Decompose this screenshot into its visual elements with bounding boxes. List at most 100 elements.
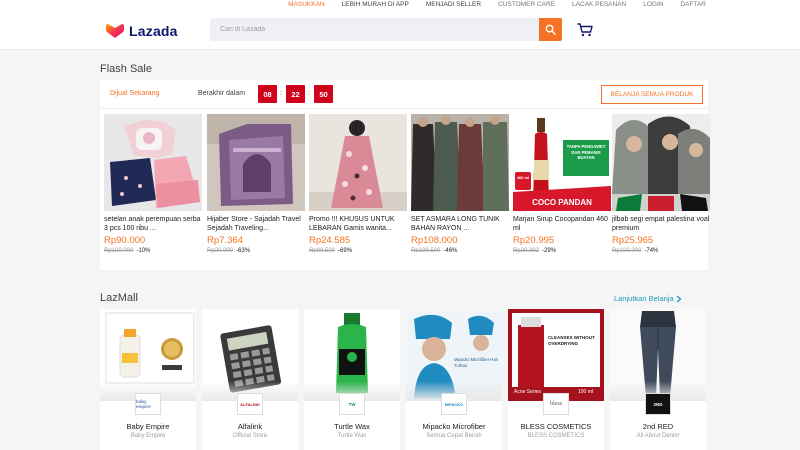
logo-text: Lazada (129, 23, 178, 39)
flash-sale-item[interactable]: jilbab segi empat palestina voal premium… (612, 114, 710, 266)
lazmall-store-card[interactable]: ALFALINK Alfalink Official Store (202, 309, 298, 450)
product-price: Rp90.000 (104, 235, 146, 246)
store-name: Alfalink (237, 422, 263, 431)
store-logo: baby empire (135, 393, 161, 415)
original-price: Rp100.000 (104, 248, 134, 254)
lazada-logo[interactable]: Lazada (106, 23, 178, 39)
discount: -29% (542, 248, 557, 254)
lazmall-store-card[interactable]: Mipacko Microfiber Hair Turban MIPACKO M… (406, 309, 502, 450)
store-image (202, 309, 298, 401)
store-name: Baby Empire (126, 422, 170, 431)
original-price: Rp20.000 (207, 248, 234, 254)
continue-shopping-label: Lanjutkan Belanja (614, 294, 674, 303)
topbar-link-signup[interactable]: DAFTAR (680, 1, 706, 8)
product-image: 460 ml TANPA PENGAWET DAN PEMANIS BUATAN… (513, 114, 611, 211)
flash-sale-panel: Dijual Sekarang Berakhir dalam 08 : 22 :… (100, 80, 710, 270)
search-icon (545, 24, 556, 35)
store-logo: MIPACKO (441, 393, 467, 415)
topbar-link-login[interactable]: LOGIN (643, 1, 663, 8)
topbar-link-customer-care[interactable]: CUSTOMER CARE (498, 1, 555, 8)
store-name: BLESS COSMETICS (520, 422, 592, 431)
cart-icon[interactable] (577, 23, 593, 37)
top-utility-bar: MASUKKAN LEBIH MURAH DI APP MENJADI SELL… (0, 0, 800, 12)
product-image (104, 114, 202, 211)
topbar-link-seller[interactable]: MENJADI SELLER (426, 1, 481, 8)
lazmall-store-card[interactable]: TW Turtle Wax Turtle Wax (304, 309, 400, 450)
product-price: Rp7.364 (207, 235, 243, 246)
timer-separator: : (308, 90, 310, 97)
product-name: jilbab segi empat palestina voal premium (612, 216, 710, 232)
chevron-right-icon (676, 295, 682, 302)
flavor-label: COCO PANDAN (532, 198, 592, 207)
lazada-heart-icon (106, 24, 124, 38)
store-logo: bless (543, 393, 569, 415)
discount: -10% (136, 248, 151, 254)
product-price: Rp108.000 (411, 235, 458, 246)
store-subtitle: Turtle Wax (337, 433, 367, 439)
store-image (610, 309, 706, 401)
store-logo: 2ND (645, 393, 671, 415)
no-preservative-label: TANPA PENGAWET DAN PEMANIS BUATAN (566, 144, 606, 160)
topbar-link-track-order[interactable]: LACAK PESANAN (572, 1, 626, 8)
product-series: Acne Series (514, 389, 541, 395)
store-image: Mipacko Microfiber Hair Turban (406, 309, 502, 401)
store-image: CLEANSES WITHOUT OVERDRYING Acne Series … (508, 309, 604, 401)
product-image (207, 114, 305, 211)
timer-seconds: 50 (314, 85, 333, 103)
store-image (304, 309, 400, 401)
product-name: Hijaber Store - Sajadah Travel Sejadah T… (207, 216, 301, 232)
product-price: Rp24.585 (309, 235, 351, 246)
product-size: 100 ml (578, 389, 594, 395)
product-name: Promo !!! KHUSUS UNTUK LEBARAN Gamis wan… (309, 216, 395, 232)
product-caption: CLEANSES WITHOUT OVERDRYING (548, 335, 595, 346)
lazmall-store-card[interactable]: 2ND 2nd RED All About Denim (610, 309, 706, 450)
timer-hours: 08 (258, 85, 277, 103)
discount: -46% (443, 248, 458, 254)
product-name: Marjan Sirup Cocopandan 460 ml (513, 216, 608, 232)
product-image (411, 114, 509, 211)
original-price: Rp199.500 (411, 248, 441, 254)
store-logo: ALFALINK (237, 393, 263, 415)
flash-sale-header: Dijual Sekarang Berakhir dalam 08 : 22 :… (100, 80, 708, 109)
product-name: setelan anak perempuan serba 3 pcs 100 r… (104, 216, 201, 232)
original-price: Rp80.500 (309, 248, 336, 254)
continue-shopping-link[interactable]: Lanjutkan Belanja (614, 294, 682, 303)
store-name: 2nd RED (642, 422, 674, 431)
topbar-link-masukkan[interactable]: MASUKKAN (288, 1, 324, 8)
product-image (309, 114, 407, 211)
store-subtitle: All About Denim (636, 433, 680, 439)
original-price: Rp100.000 (612, 248, 642, 254)
lazmall-store-card[interactable]: CLEANSES WITHOUT OVERDRYING Acne Series … (508, 309, 604, 450)
product-price: Rp20.995 (513, 235, 555, 246)
original-price: Rp29.392 (513, 248, 540, 254)
timer-minutes: 22 (286, 85, 305, 103)
store-subtitle: Semua Cepat Bersih (426, 433, 482, 439)
flash-sale-item[interactable]: setelan anak perempuan serba 3 pcs 100 r… (104, 114, 202, 266)
discount: -63% (236, 248, 251, 254)
product-image (612, 114, 710, 211)
lazmall-title: LazMall (100, 292, 138, 304)
search-box (210, 18, 539, 41)
store-subtitle: Official Store (232, 433, 268, 439)
discount: -74% (644, 248, 659, 254)
shop-all-button[interactable]: BELANJA SEMUA PRODUK (601, 85, 703, 104)
flash-sale-item[interactable]: 460 ml TANPA PENGAWET DAN PEMANIS BUATAN… (513, 114, 611, 266)
header: Lazada (0, 12, 800, 50)
product-name: SET ASMARA LONG TUNIK BAHAN RAYON ... (411, 216, 500, 232)
product-price: Rp25.965 (612, 235, 654, 246)
bottle-size-label: 460 ml (516, 175, 530, 180)
lazmall-store-card[interactable]: baby empire Baby Empire Baby Empire (100, 309, 196, 450)
store-image (100, 309, 196, 401)
topbar-link-app[interactable]: LEBIH MURAH DI APP (342, 1, 409, 8)
store-subtitle: BLESS COSMETICS (527, 433, 585, 439)
flash-sale-item[interactable]: Hijaber Store - Sajadah Travel Sejadah T… (207, 114, 305, 266)
search-input[interactable] (210, 18, 539, 41)
flash-sale-item[interactable]: SET ASMARA LONG TUNIK BAHAN RAYON ... Rp… (411, 114, 509, 266)
product-caption: Mipacko Microfiber Hair Turban (454, 357, 498, 368)
timer-separator: : (280, 90, 282, 97)
store-name: Turtle Wax (334, 422, 370, 431)
ends-in-label: Berakhir dalam (198, 90, 246, 97)
search-button[interactable] (539, 18, 562, 41)
on-sale-label: Dijual Sekarang (110, 90, 160, 97)
flash-sale-item[interactable]: Promo !!! KHUSUS UNTUK LEBARAN Gamis wan… (309, 114, 407, 266)
